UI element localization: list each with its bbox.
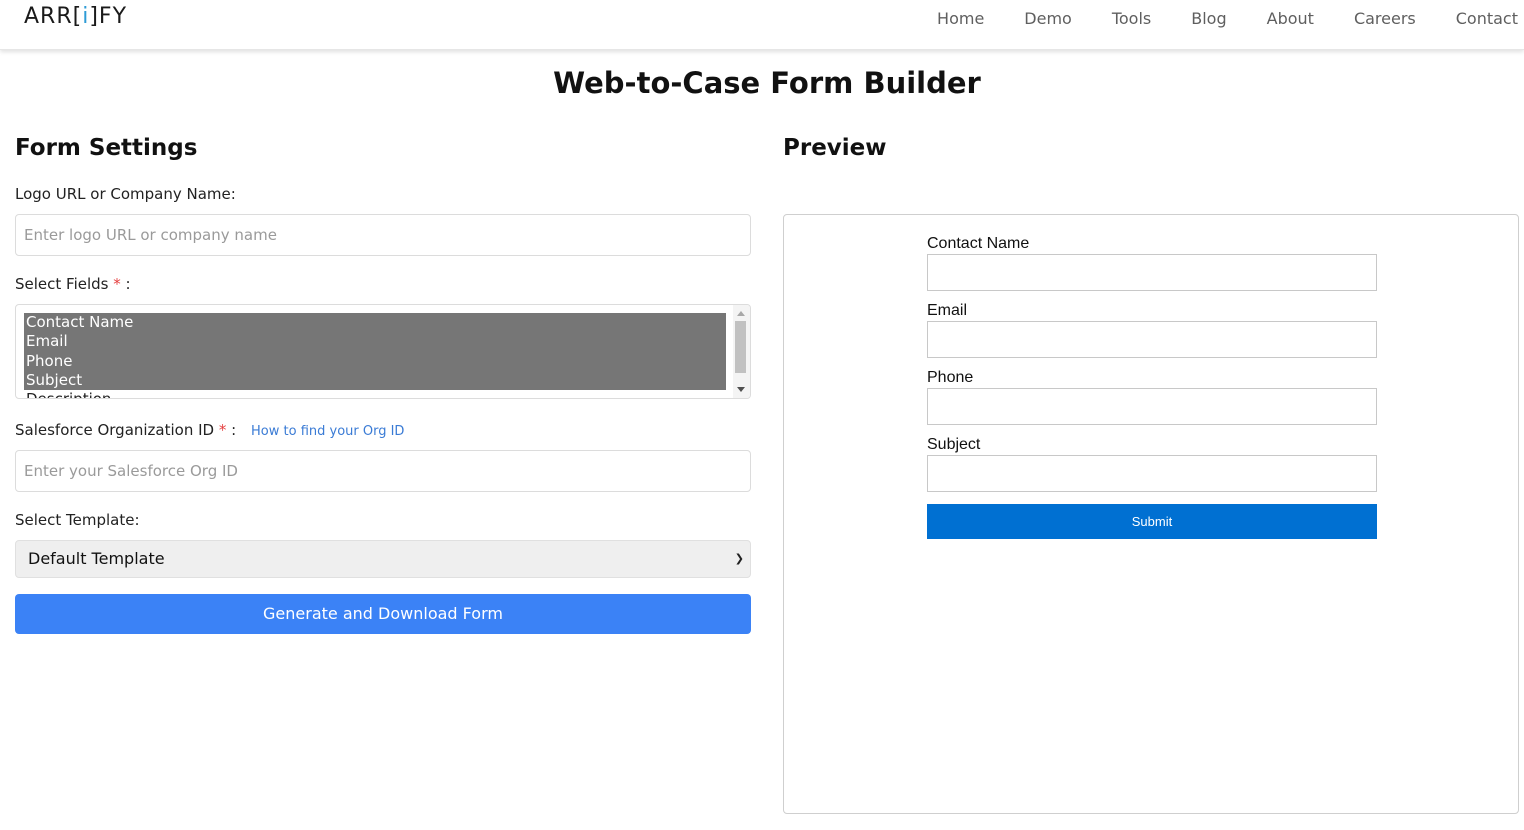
fields-scrollbar[interactable] (733, 305, 750, 398)
template-selected-value: Default Template (28, 549, 165, 568)
nav-link-demo[interactable]: Demo (1024, 9, 1072, 28)
fields-options: Contact Name Email Phone Subject Descrip… (24, 313, 726, 398)
fields-label: Select Fields * : (15, 275, 131, 293)
preview-label-contact-name: Contact Name (927, 235, 1030, 252)
fields-label-colon: : (125, 275, 131, 293)
preview-title: Preview (783, 135, 887, 161)
required-asterisk: * (218, 421, 227, 439)
page-title: Web-to-Case Form Builder (553, 66, 981, 100)
nav-link-about[interactable]: About (1267, 9, 1314, 28)
top-navbar: ARR[i]FY Home Demo Tools Blog About Care… (0, 0, 1524, 50)
nav-link-home[interactable]: Home (937, 9, 984, 28)
preview-input-email[interactable] (927, 321, 1377, 358)
field-option-contact-name[interactable]: Contact Name (24, 313, 726, 333)
scroll-thumb[interactable] (735, 321, 746, 373)
field-option-description[interactable]: Description (24, 390, 726, 398)
logo-text-prefix: ARR[ (24, 4, 83, 29)
nav-links: Home Demo Tools Blog About Careers Conta… (897, 9, 1518, 28)
preview-input-subject[interactable] (927, 455, 1377, 492)
preview-label-email: Email (927, 302, 968, 319)
template-label: Select Template: (15, 511, 140, 529)
nav-link-blog[interactable]: Blog (1191, 9, 1226, 28)
preview-submit-button[interactable]: Submit (927, 504, 1377, 539)
required-asterisk: * (113, 275, 121, 293)
nav-link-tools[interactable]: Tools (1112, 9, 1151, 28)
preview-label-subject: Subject (927, 436, 981, 453)
fields-label-text: Select Fields (15, 275, 109, 293)
scroll-down-arrow-icon[interactable] (737, 387, 745, 392)
preview-label-phone: Phone (927, 369, 974, 386)
fields-multiselect[interactable]: Contact Name Email Phone Subject Descrip… (15, 304, 751, 399)
preview-input-phone[interactable] (927, 388, 1377, 425)
chevron-down-icon: ❯ (734, 552, 744, 565)
arrify-logo[interactable]: ARR[i]FY (24, 4, 127, 29)
template-select[interactable]: Default Template ❯ (15, 540, 751, 578)
org-id-label: Salesforce Organization ID * : How to fi… (15, 421, 404, 439)
form-settings-title: Form Settings (15, 135, 198, 161)
nav-link-contact[interactable]: Contact (1456, 9, 1518, 28)
logo-input[interactable] (15, 214, 751, 256)
preview-panel: Contact Name Email Phone Subject Submit (783, 214, 1519, 814)
org-id-label-text: Salesforce Organization ID (15, 421, 215, 439)
field-option-email[interactable]: Email (24, 332, 726, 352)
field-option-phone[interactable]: Phone (24, 351, 726, 371)
field-option-subject[interactable]: Subject (24, 370, 726, 391)
org-id-label-colon: : (231, 421, 237, 439)
preview-input-contact-name[interactable] (927, 254, 1377, 291)
nav-link-careers[interactable]: Careers (1354, 9, 1416, 28)
generate-download-button[interactable]: Generate and Download Form (15, 594, 751, 634)
org-id-help-link[interactable]: How to find your Org ID (251, 424, 404, 439)
logo-text-suffix: ]FY (89, 4, 128, 29)
scroll-up-arrow-icon[interactable] (737, 311, 745, 316)
logo-label: Logo URL or Company Name: (15, 185, 236, 203)
org-id-input[interactable] (15, 450, 751, 492)
